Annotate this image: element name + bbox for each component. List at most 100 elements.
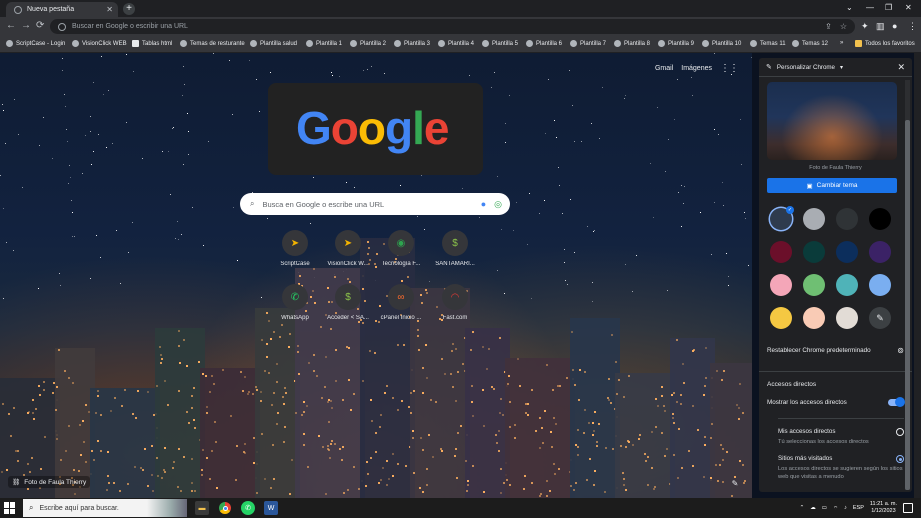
shortcut-tile[interactable]: $ SANTAMARI... — [427, 230, 483, 267]
bookmark-item[interactable]: Plantilla 2 — [350, 40, 386, 47]
bookmark-item[interactable]: Plantilla 6 — [526, 40, 562, 47]
color-swatch[interactable] — [836, 274, 858, 296]
tab-close-icon[interactable]: ✕ — [106, 5, 113, 14]
apps-grid-icon[interactable]: ⋮⋮ — [720, 63, 739, 74]
most-visited-radio[interactable] — [896, 455, 904, 463]
show-shortcuts-toggle[interactable] — [888, 397, 905, 407]
side-panel-icon[interactable]: ▥ — [876, 21, 885, 31]
omnibox[interactable]: Buscar en Google o escribir una URL ⇪ ☆ — [50, 19, 855, 34]
shortcut-tile[interactable]: ➤ ScriptCase — [267, 230, 323, 267]
bookmark-item[interactable]: ScriptCase - Login — [6, 40, 65, 47]
color-swatch[interactable] — [869, 208, 891, 230]
bookmark-icon — [250, 40, 257, 47]
share-icon[interactable]: ⇪ — [825, 22, 832, 31]
shortcut-tile[interactable]: ➤ VisionClick W... — [320, 230, 376, 267]
window-light — [192, 419, 195, 422]
file-explorer-icon[interactable]: ▬ — [195, 501, 209, 515]
language-indicator[interactable]: ESP — [853, 505, 864, 511]
color-swatch[interactable] — [770, 274, 792, 296]
google-doodle[interactable]: Google — [268, 83, 483, 175]
change-theme-button[interactable]: ▣ Cambiar tema — [767, 178, 897, 193]
color-swatch[interactable] — [770, 307, 792, 329]
bookmark-item[interactable]: Plantilla 9 — [658, 40, 694, 47]
clock[interactable]: 11:21 a. m. 1/12/2023 — [870, 501, 897, 515]
restore-button[interactable]: ❐ — [885, 3, 892, 12]
bookmark-item[interactable]: Plantilla 1 — [306, 40, 342, 47]
windows-start-icon[interactable] — [4, 502, 16, 514]
photo-credit-link[interactable]: ⛓ Foto de Faula Thierry — [8, 476, 91, 488]
bookmark-item[interactable]: Temas de resturante — [180, 40, 245, 47]
shortcut-tile[interactable]: ◠ Fast.com — [427, 284, 483, 321]
bookmark-item[interactable]: Plantilla 5 — [482, 40, 518, 47]
color-swatch[interactable] — [803, 274, 825, 296]
bookmarks-overflow-button[interactable]: » — [840, 40, 843, 46]
color-swatch[interactable] — [803, 241, 825, 263]
new-tab-button[interactable]: + — [123, 3, 135, 15]
chrome-icon[interactable] — [218, 501, 232, 515]
bookmark-item[interactable]: Plantilla 10 — [702, 40, 741, 47]
bookmark-item[interactable]: Plantilla 8 — [614, 40, 650, 47]
profile-icon[interactable]: ● — [892, 21, 897, 31]
battery-icon[interactable]: ▭ — [822, 505, 827, 511]
gmail-link[interactable]: Gmail — [655, 65, 673, 72]
reload-button[interactable]: ⟳ — [36, 21, 44, 31]
color-swatch[interactable] — [869, 241, 891, 263]
all-bookmarks-folder[interactable]: Todos los favoritos — [855, 40, 915, 47]
color-swatch[interactable] — [803, 208, 825, 230]
back-button[interactable]: ← — [6, 21, 16, 31]
panel-scrollbar[interactable] — [905, 80, 910, 490]
minimize-button[interactable]: — — [866, 3, 874, 12]
network-icon[interactable]: ⌔ — [833, 505, 838, 512]
cloud-icon[interactable]: ☁ — [810, 505, 816, 511]
my-shortcuts-radio[interactable] — [896, 428, 904, 436]
star — [92, 82, 94, 84]
images-link[interactable]: Imágenes — [681, 65, 712, 72]
bookmark-item[interactable]: Tablas html — [132, 40, 172, 47]
bookmark-item[interactable]: Temas 12 — [792, 40, 828, 47]
close-window-button[interactable]: ✕ — [905, 3, 912, 12]
bookmark-item[interactable]: VisionClick WEB — [72, 40, 127, 47]
ntp-search-box[interactable]: ⌕ Busca en Google o escribe una URL ● ◎ — [240, 193, 510, 215]
window-light — [303, 443, 306, 446]
tab-search-dropdown-icon[interactable]: ⌄ — [846, 3, 853, 12]
forward-button[interactable]: → — [21, 21, 31, 31]
shortcut-tile[interactable]: ◉ Tecnología F... — [373, 230, 429, 267]
bookmark-star-icon[interactable]: ☆ — [840, 22, 847, 31]
extensions-icon[interactable]: ✦ — [861, 21, 869, 31]
window-light — [287, 346, 290, 349]
color-swatch[interactable] — [770, 241, 792, 263]
chevron-up-icon[interactable]: ⌃ — [800, 505, 805, 511]
menu-icon[interactable]: ⋮ — [908, 21, 917, 31]
bookmark-item[interactable]: Plantilla 4 — [438, 40, 474, 47]
whatsapp-taskbar-icon[interactable]: ✆ — [241, 501, 255, 515]
color-swatch[interactable] — [836, 241, 858, 263]
bookmark-item[interactable]: Temas 11 — [750, 40, 786, 47]
color-swatch[interactable] — [836, 208, 858, 230]
my-shortcuts-option[interactable]: Mis accesos directos Tú seleccionas los … — [778, 428, 904, 446]
theme-preview-image[interactable] — [767, 82, 897, 160]
color-swatch[interactable]: ✓ — [770, 206, 794, 230]
color-swatch[interactable] — [836, 307, 858, 329]
star — [713, 128, 715, 130]
restore-default-button[interactable]: Restablecer Chrome predeterminado ⊚ — [767, 346, 904, 355]
color-swatch[interactable] — [869, 274, 891, 296]
lens-icon[interactable]: ◎ — [494, 199, 502, 210]
shortcut-tile[interactable]: $ Acceder < SA... — [320, 284, 376, 321]
word-icon[interactable]: W — [264, 501, 278, 515]
shortcut-tile[interactable]: ✆ WhatsApp — [267, 284, 323, 321]
voice-search-icon[interactable]: ● — [481, 199, 486, 209]
panel-close-icon[interactable]: ✕ — [897, 62, 905, 73]
most-visited-option[interactable]: Sitios más visitados Los accesos directo… — [778, 455, 904, 481]
bookmark-item[interactable]: Plantilla 3 — [394, 40, 430, 47]
volume-icon[interactable]: ♪ — [844, 505, 847, 511]
taskbar-search[interactable]: ⌕ Escribe aquí para buscar. — [23, 499, 187, 517]
panel-header[interactable]: ✎ Personalizar Chrome ▾ — [759, 58, 912, 77]
shortcut-tile[interactable]: ∞ cPanel Inicio ... — [373, 284, 429, 321]
color-swatch[interactable] — [803, 307, 825, 329]
notifications-icon[interactable] — [903, 503, 913, 513]
tab-new-tab[interactable]: Nueva pestaña ✕ — [6, 2, 118, 17]
bookmark-item[interactable]: Plantilla 7 — [570, 40, 606, 47]
bookmark-item[interactable]: Plantilla salud — [250, 40, 297, 47]
customize-pencil-icon[interactable]: ✎ — [728, 477, 742, 491]
custom-color-button[interactable]: ✎ — [869, 307, 891, 329]
